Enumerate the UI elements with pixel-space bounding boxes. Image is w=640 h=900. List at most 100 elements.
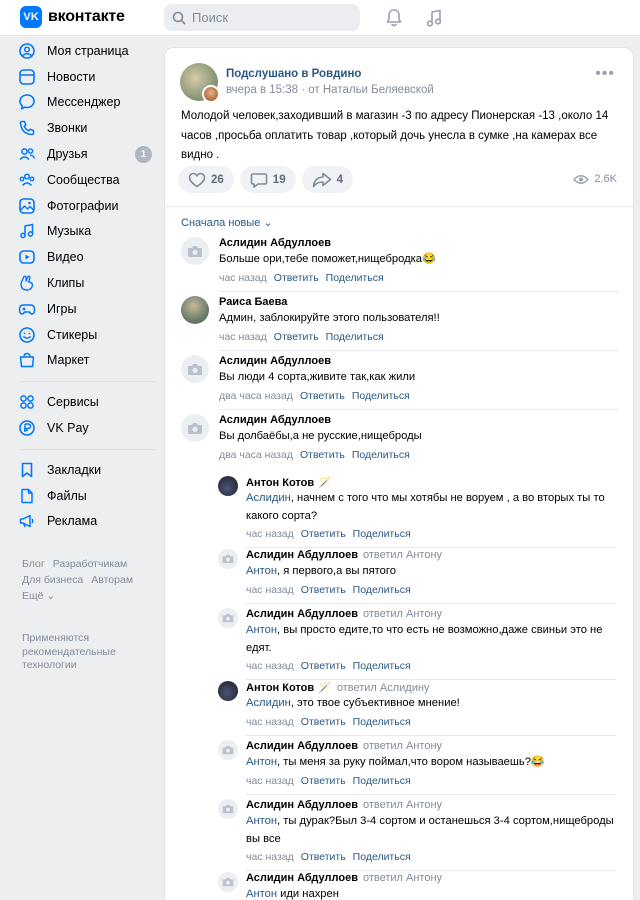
reply-author[interactable]: Аслидин Абдуллоев: [246, 799, 358, 811]
reply-button[interactable]: Ответить: [274, 331, 319, 343]
share-button[interactable]: 4: [301, 166, 353, 193]
sidebar-item-messenger[interactable]: Мессенджер: [18, 90, 158, 116]
reply-button[interactable]: Ответить: [301, 528, 346, 540]
sidebar-item-profile[interactable]: Моя страница: [18, 38, 158, 64]
share-comment-button[interactable]: Поделиться: [352, 390, 410, 402]
reply-author[interactable]: Антон Котов: [246, 682, 314, 694]
sidebar-item-music[interactable]: Музыка: [18, 219, 158, 245]
reply-button[interactable]: Ответить: [301, 584, 346, 596]
camera-avatar-icon[interactable]: [218, 872, 238, 892]
camera-avatar-icon[interactable]: [218, 549, 238, 569]
sidebar-item-label: Игры: [47, 301, 77, 316]
share-comment-button[interactable]: Поделиться: [326, 331, 384, 343]
share-comment-button[interactable]: Поделиться: [353, 584, 411, 596]
author-avatar[interactable]: [202, 85, 220, 103]
reply-addressee[interactable]: Аслидин: [246, 697, 291, 709]
share-comment-button[interactable]: Поделиться: [353, 716, 411, 728]
reply-to-label[interactable]: ответил Антону: [363, 740, 442, 752]
reply-to-label[interactable]: ответил Аслидину: [337, 682, 430, 694]
reply-author-line: Антон Котов 🪄: [246, 476, 332, 489]
reply-author[interactable]: Аслидин Абдуллоев: [246, 740, 358, 752]
comment-sort-dropdown[interactable]: Сначала новые ⌄: [181, 216, 273, 229]
reply-button[interactable]: Ответить: [301, 660, 346, 672]
music-icon[interactable]: [423, 7, 445, 29]
share-comment-button[interactable]: Поделиться: [353, 775, 411, 787]
post-author[interactable]: Подслушано в Ровдино: [226, 68, 361, 80]
sidebar-item-communities[interactable]: Сообщества: [18, 167, 158, 193]
commenter-avatar[interactable]: [218, 476, 238, 496]
sidebar-item-bookmarks[interactable]: Закладки: [18, 457, 158, 483]
comment-author[interactable]: Раиса Баева: [219, 296, 287, 308]
sidebar-item-news[interactable]: Новости: [18, 64, 158, 90]
reply-to-label[interactable]: ответил Антону: [363, 799, 442, 811]
reply-button[interactable]: Ответить: [301, 716, 346, 728]
comment-button[interactable]: 19: [239, 166, 296, 193]
reply-button[interactable]: Ответить: [301, 851, 346, 863]
footer-link-business[interactable]: Для бизнеса: [22, 574, 83, 586]
footer-link-developers[interactable]: Разработчикам: [53, 558, 128, 570]
camera-avatar-icon[interactable]: [218, 740, 238, 760]
like-button[interactable]: 26: [178, 166, 234, 193]
reply-author[interactable]: Аслидин Абдуллоев: [246, 608, 358, 620]
share-comment-button[interactable]: Поделиться: [326, 272, 384, 284]
reply-addressee[interactable]: Антон: [246, 565, 277, 577]
reply-body: , начнем с того что мы хотябы не воруем …: [246, 492, 605, 522]
sidebar-item-friends[interactable]: Друзья 1: [18, 141, 158, 167]
reply-button[interactable]: Ответить: [274, 272, 319, 284]
post-card: Подслушано в Ровдино вчера в 15:38 · от …: [164, 47, 634, 900]
sidebar-item-market[interactable]: Маркет: [18, 348, 158, 374]
bell-icon[interactable]: [383, 7, 405, 29]
commenter-avatar[interactable]: [218, 681, 238, 701]
reply-author[interactable]: Аслидин Абдуллоев: [246, 872, 358, 884]
commenter-avatar[interactable]: [181, 296, 209, 324]
reply-author[interactable]: Антон Котов: [246, 477, 314, 489]
share-comment-button[interactable]: Поделиться: [353, 528, 411, 540]
reply-to-label[interactable]: ответил Антону: [363, 608, 442, 620]
more-icon[interactable]: •••: [595, 66, 615, 82]
share-comment-button[interactable]: Поделиться: [352, 449, 410, 461]
sidebar-item-clips[interactable]: Клипы: [18, 270, 158, 296]
reply-to-label[interactable]: ответил Антону: [363, 872, 442, 884]
share-comment-button[interactable]: Поделиться: [353, 660, 411, 672]
sidebar-item-ads[interactable]: Реклама: [18, 509, 158, 535]
reply-author[interactable]: Аслидин Абдуллоев: [246, 549, 358, 561]
comment-author[interactable]: Аслидин Абдуллоев: [219, 355, 331, 367]
sidebar-item-label: Музыка: [47, 224, 92, 239]
vk-logo[interactable]: VK вконтакте: [20, 6, 125, 28]
sidebar-item-vkpay[interactable]: VK Pay: [18, 415, 158, 441]
sidebar-item-photos[interactable]: Фотографии: [18, 193, 158, 219]
search-input[interactable]: [192, 10, 352, 25]
footer-link-authors[interactable]: Авторам: [91, 574, 133, 586]
camera-avatar-icon[interactable]: [181, 355, 209, 383]
reply-button[interactable]: Ответить: [300, 390, 345, 402]
reply-button[interactable]: Ответить: [300, 449, 345, 461]
camera-avatar-icon[interactable]: [181, 414, 209, 442]
share-comment-button[interactable]: Поделиться: [353, 851, 411, 863]
reply-addressee[interactable]: Антон: [246, 888, 277, 900]
comment-author[interactable]: Аслидин Абдуллоев: [219, 414, 331, 426]
sidebar-item-files[interactable]: Файлы: [18, 483, 158, 509]
footer-link-blog[interactable]: Блог: [22, 558, 45, 570]
camera-avatar-icon[interactable]: [218, 799, 238, 819]
sidebar-item-services[interactable]: Сервисы: [18, 389, 158, 415]
reply-addressee[interactable]: Антон: [246, 815, 277, 827]
sidebar-item-games[interactable]: Игры: [18, 296, 158, 322]
reply-addressee[interactable]: Антон: [246, 624, 277, 636]
camera-avatar-icon[interactable]: [181, 237, 209, 265]
clips-icon: [18, 274, 36, 292]
sidebar-item-phone[interactable]: Звонки: [18, 115, 158, 141]
reply-addressee[interactable]: Аслидин: [246, 492, 291, 504]
footer-link-more[interactable]: Ещё ⌄: [22, 590, 55, 602]
search-box[interactable]: [164, 4, 360, 31]
reply-footer: час назад Ответить Поделиться: [246, 851, 411, 863]
reply-footer: час назад Ответить Поделиться: [246, 584, 411, 596]
sidebar-item-stickers[interactable]: Стикеры: [18, 322, 158, 348]
reply-to-label[interactable]: ответил Антону: [363, 549, 442, 561]
comment-author[interactable]: Аслидин Абдуллоев: [219, 237, 331, 249]
reply-button[interactable]: Ответить: [301, 775, 346, 787]
reply-addressee[interactable]: Антон: [246, 756, 277, 768]
reply-body: , ты дурак?Был 3-4 сортом и останешься 3…: [246, 815, 614, 845]
sidebar-item-video[interactable]: Видео: [18, 244, 158, 270]
camera-avatar-icon[interactable]: [218, 608, 238, 628]
recommendation-note[interactable]: Применяются рекомендательные технологии: [22, 632, 142, 673]
